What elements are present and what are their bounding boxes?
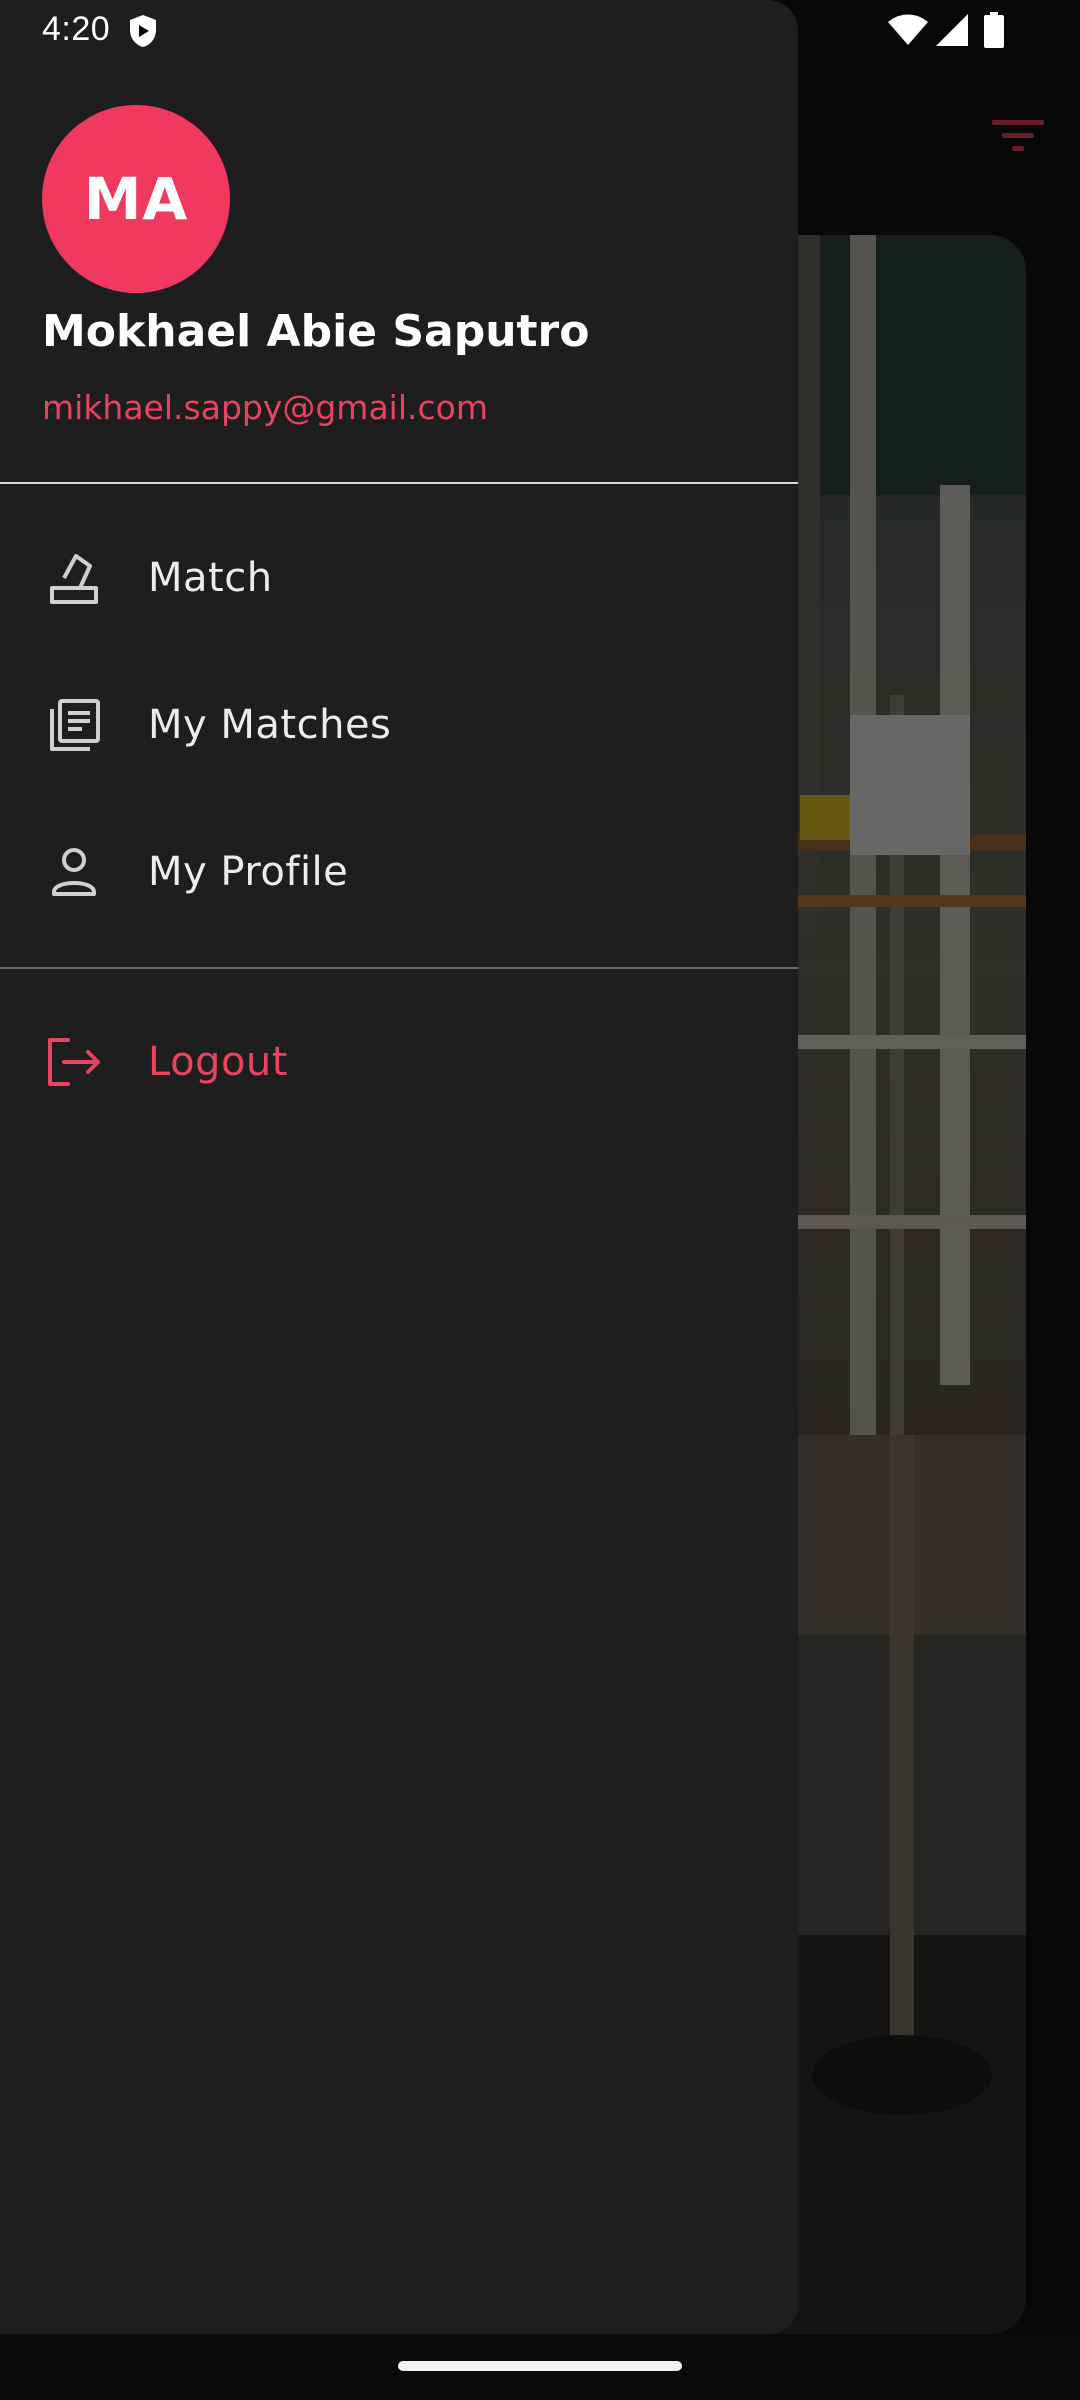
wifi-icon: [888, 14, 928, 45]
menu-divider: [0, 967, 798, 969]
match-icon: [50, 554, 98, 604]
menu-label-my-profile: My Profile: [148, 849, 349, 895]
avatar: MA: [42, 105, 230, 293]
screen: MA Mokhael Abie Saputro mikhael.sappy@gm…: [0, 0, 1080, 2400]
navigation-drawer: MA Mokhael Abie Saputro mikhael.sappy@gm…: [0, 0, 798, 2334]
menu-label-my-matches: My Matches: [148, 702, 392, 748]
menu-item-my-matches[interactable]: My Matches: [0, 655, 798, 795]
signal-icon: [936, 14, 968, 46]
status-bar: 4:20: [0, 0, 1080, 60]
header-divider: [0, 482, 798, 484]
menu-label-match: Match: [148, 555, 273, 601]
battery-icon: [984, 12, 1004, 48]
menu-item-match[interactable]: Match: [0, 508, 798, 648]
status-time: 4:20: [42, 10, 111, 48]
shield-icon: [130, 15, 156, 47]
menu-label-logout: Logout: [148, 1039, 288, 1085]
user-email: mikhael.sappy@gmail.com: [42, 388, 488, 427]
menu-item-my-profile[interactable]: My Profile: [0, 802, 798, 942]
list-icon: [50, 699, 100, 751]
avatar-initials: MA: [83, 165, 189, 233]
logout-button[interactable]: Logout: [0, 992, 798, 1132]
gesture-nav-handle[interactable]: [398, 2361, 682, 2371]
logout-icon: [48, 1038, 100, 1086]
person-icon: [52, 848, 96, 896]
user-name: Mokhael Abie Saputro: [42, 306, 590, 357]
